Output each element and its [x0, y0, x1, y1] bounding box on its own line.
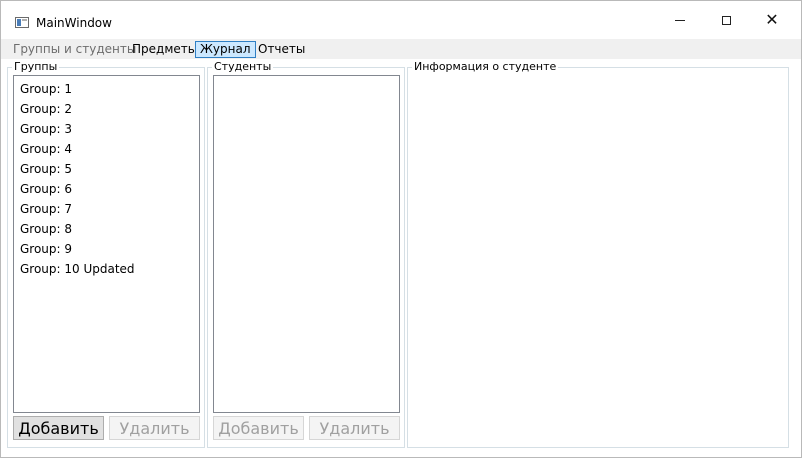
tab-groups-students[interactable]: Группы и студенты [9, 41, 140, 58]
list-item[interactable]: Group: 2 [20, 101, 72, 117]
students-listbox[interactable] [213, 75, 400, 413]
maximize-icon [721, 15, 731, 25]
minimize-icon [675, 19, 685, 21]
list-item[interactable]: Group: 7 [20, 201, 72, 217]
groups-legend: Группы [12, 60, 60, 74]
window-title: MainWindow [36, 16, 112, 30]
add-student-button[interactable]: Добавить [213, 416, 304, 440]
list-item[interactable]: Group: 1 [20, 81, 72, 97]
list-item[interactable]: Group: 6 [20, 181, 72, 197]
tab-reports[interactable]: Отчеты [254, 41, 309, 58]
app-window-icon [15, 17, 29, 28]
main-window: MainWindow ✕ Группы и студенты Предметы … [0, 0, 802, 458]
maximize-button[interactable] [703, 1, 749, 39]
list-item[interactable]: Group: 10 Updated [20, 261, 135, 277]
tab-journal[interactable]: Журнал [195, 41, 256, 58]
list-item[interactable]: Group: 9 [20, 241, 72, 257]
close-icon: ✕ [765, 10, 779, 29]
add-group-button[interactable]: Добавить [13, 416, 104, 440]
delete-student-button[interactable]: Удалить [309, 416, 400, 440]
close-button[interactable]: ✕ [749, 1, 795, 39]
list-item[interactable]: Group: 3 [20, 121, 72, 137]
minimize-button[interactable] [657, 1, 703, 39]
tab-bar: Группы и студенты Предметы Журнал Отчеты [1, 39, 801, 59]
list-item[interactable]: Group: 5 [20, 161, 72, 177]
tab-subjects[interactable]: Предметы [128, 41, 201, 58]
list-item[interactable]: Group: 8 [20, 221, 72, 237]
delete-group-button[interactable]: Удалить [109, 416, 200, 440]
student-info-legend: Информация о студенте [412, 60, 559, 74]
title-bar[interactable]: MainWindow ✕ [1, 1, 801, 39]
list-item[interactable]: Group: 4 [20, 141, 72, 157]
groups-listbox[interactable]: Group: 1 Group: 2 Group: 3 Group: 4 Grou… [13, 75, 200, 413]
student-info-groupbox: Информация о студенте [407, 60, 789, 448]
students-legend: Студенты [212, 60, 274, 74]
